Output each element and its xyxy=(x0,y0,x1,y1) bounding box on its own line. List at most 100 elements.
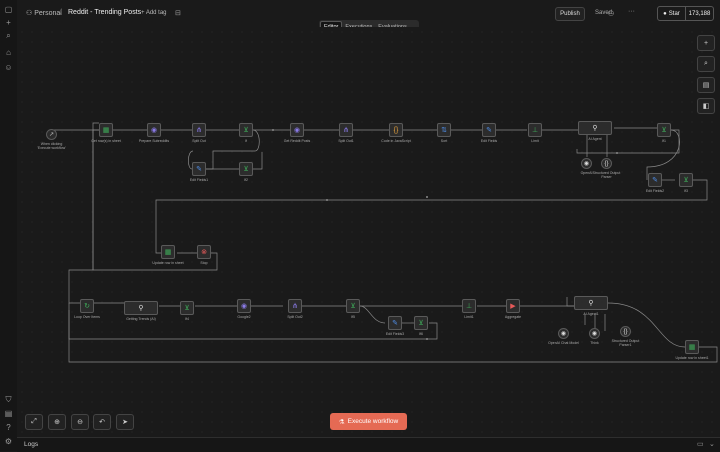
node-icon: ◉ xyxy=(583,161,590,167)
node-icon: ◉ xyxy=(560,331,567,337)
node-label: Google2 xyxy=(237,315,251,319)
workflow-node-limit1[interactable]: ⊥ xyxy=(528,123,542,137)
node-label: OpenAI Chat Model xyxy=(548,341,579,345)
pointer-tool-icon[interactable]: ➤ xyxy=(116,414,134,430)
workflow-node-filter3[interactable]: ⊻ xyxy=(239,162,253,176)
node-label: Edit Fields xyxy=(480,139,498,143)
node-label: Think xyxy=(590,341,599,345)
workflow-node-split2[interactable]: ⋔ xyxy=(339,123,353,137)
add-tag-link[interactable]: + Add tag xyxy=(141,10,167,16)
zoom-in-icon[interactable]: ⊕ xyxy=(48,414,66,430)
add-node-button[interactable]: + xyxy=(697,35,715,51)
node-label: Aggregate xyxy=(504,315,522,319)
github-star-label: Star xyxy=(668,10,680,17)
workflow-node-code1[interactable]: {} xyxy=(389,123,403,137)
node-label: Edit Fields1 xyxy=(189,178,209,182)
sticky-note-icon[interactable]: ▤ xyxy=(697,77,715,93)
node-icon: ◉ xyxy=(293,127,301,134)
node-label: If5 xyxy=(351,315,355,319)
publish-button[interactable]: Publish xyxy=(555,7,585,21)
node-icon: ◉ xyxy=(150,127,158,134)
node-icon: ▦ xyxy=(102,127,110,134)
execute-workflow-label: Execute workflow xyxy=(347,418,399,425)
workflow-node-sheets2[interactable]: ▦ xyxy=(161,245,175,259)
workflow-node-stop1[interactable]: ⊗ xyxy=(197,245,211,259)
logs-panel-bar[interactable]: Logs ▭ ⌄ xyxy=(17,437,720,452)
workflow-node-filter5[interactable]: ⊻ xyxy=(180,301,194,315)
workflow-node-youtube[interactable]: ▶ xyxy=(506,299,520,313)
workflow-node-schedule[interactable]: ↻ xyxy=(80,299,94,313)
add-icon[interactable]: + xyxy=(2,16,15,29)
workflow-node-edit4[interactable]: ✎ xyxy=(388,316,402,330)
node-icon: ⚲ xyxy=(592,125,598,132)
user-icon[interactable]: ☺ xyxy=(2,61,15,74)
settings-icon[interactable]: ⚙ xyxy=(2,435,15,448)
node-icon: ⊻ xyxy=(661,127,667,134)
workflow-node-sheets3[interactable]: ▦ xyxy=(685,340,699,354)
github-star-count: 173,188 xyxy=(688,10,711,17)
github-icon: ● xyxy=(663,10,667,17)
node-label: If6 xyxy=(419,332,423,336)
workflow-name[interactable]: Reddit - Trending Posts xyxy=(68,9,141,16)
help-icon[interactable]: ? xyxy=(2,421,15,434)
logs-label: Logs xyxy=(24,441,39,448)
fit-view-icon[interactable]: ⤢ xyxy=(25,414,43,430)
workflow-node-filter6[interactable]: ⊻ xyxy=(346,299,360,313)
workflow-canvas[interactable] xyxy=(17,27,720,437)
project-name: Personal xyxy=(34,10,62,17)
workflow-node-sub2[interactable]: {} xyxy=(601,158,612,169)
workflow-node-split3[interactable]: ⋔ xyxy=(288,299,302,313)
node-label: Getting Trends (AI) xyxy=(126,317,156,321)
workflow-node-edit3[interactable]: ✎ xyxy=(648,173,662,187)
workflow-node-filter1[interactable]: ⊻ xyxy=(239,123,253,137)
workflow-node-sub1[interactable]: ◉ xyxy=(581,158,592,169)
home-icon[interactable]: ⌂ xyxy=(2,46,15,59)
node-label: Structured Output Parser1 xyxy=(611,339,640,347)
workflow-node-filter2[interactable]: ⊻ xyxy=(657,123,671,137)
undo-icon[interactable]: ↶ xyxy=(93,414,111,430)
workflow-node-prep[interactable]: ◉ xyxy=(147,123,161,137)
node-label: Get Reddit Posts xyxy=(283,139,311,143)
search-nodes-icon[interactable]: ⌕ xyxy=(697,56,715,72)
execute-workflow-button[interactable]: ⚗ Execute workflow xyxy=(330,413,407,430)
logs-expand-icon[interactable]: ⌄ xyxy=(709,440,715,448)
node-label: AI Agent1 xyxy=(583,312,599,316)
workflow-node-limit2[interactable]: ⊥ xyxy=(462,299,476,313)
left-sidebar: ▢ + ⌕ ⌂ ☺ ⛉ ▤ ? ⚙ xyxy=(0,0,18,451)
workflow-node-agent3[interactable]: ⚲ xyxy=(574,296,608,310)
workflow-node-sub5[interactable]: {} xyxy=(620,326,631,337)
node-icon: ⊻ xyxy=(184,305,190,312)
workflow-node-sub3[interactable]: ◉ xyxy=(558,328,569,339)
workflow-node-edit2[interactable]: ✎ xyxy=(192,162,206,176)
project-crumb[interactable]: ⚇ Personal xyxy=(26,9,62,17)
node-label: Update row in sheet xyxy=(152,261,184,265)
history-icon[interactable]: ◷ xyxy=(608,9,614,17)
node-label: Update row in sheet1 xyxy=(675,356,709,360)
node-icon: ⊻ xyxy=(350,303,356,310)
breadcrumb-separator: / xyxy=(60,9,62,16)
workflow-node-http1[interactable]: ◉ xyxy=(290,123,304,137)
shield-icon[interactable]: ⛉ xyxy=(2,393,15,406)
node-icon: ✎ xyxy=(486,127,492,134)
workflow-node-agent1[interactable]: ⚲ xyxy=(578,121,612,135)
panel-icon[interactable]: ◧ xyxy=(697,98,715,114)
archive-icon[interactable]: ⊟ xyxy=(175,9,181,17)
workflow-node-http2[interactable]: ◉ xyxy=(237,299,251,313)
workflow-node-sort1[interactable]: ⇅ xyxy=(437,123,451,137)
workflow-node-sub4[interactable]: ◉ xyxy=(589,328,600,339)
workflow-node-agent2[interactable]: ⚲ xyxy=(124,301,158,315)
workflow-node-split1[interactable]: ⋔ xyxy=(192,123,206,137)
workflow-node-trigger[interactable]: ↗ xyxy=(46,129,57,140)
panel-toggle-icon[interactable]: ▢ xyxy=(2,3,15,16)
search-icon[interactable]: ⌕ xyxy=(2,29,15,42)
workflow-node-filter4[interactable]: ⊻ xyxy=(679,173,693,187)
logs-panel-icon[interactable]: ▭ xyxy=(697,440,704,448)
insights-icon[interactable]: ▤ xyxy=(2,407,15,420)
workflow-node-edit1[interactable]: ✎ xyxy=(482,123,496,137)
workflow-node-sheets1[interactable]: ▦ xyxy=(99,123,113,137)
zoom-out-icon[interactable]: ⊖ xyxy=(71,414,89,430)
more-menu-button[interactable]: ··· xyxy=(628,8,635,15)
node-label: Edit Fields2 xyxy=(645,189,665,193)
github-star-button[interactable]: ● Star 173,188 xyxy=(657,6,714,21)
workflow-node-filter7[interactable]: ⊻ xyxy=(414,316,428,330)
